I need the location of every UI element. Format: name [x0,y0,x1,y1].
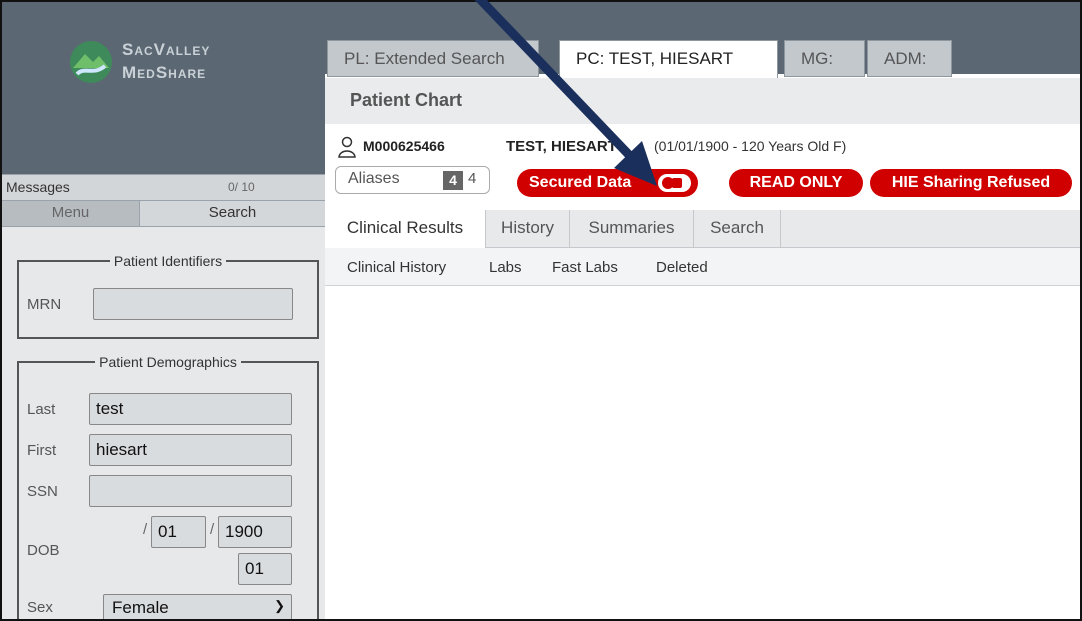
tab-adm[interactable]: ADM: [867,40,952,77]
first-name-label: First [27,442,57,459]
ssn-label: SSN [27,483,58,500]
last-name-label: Last [27,401,56,418]
link-fast-labs[interactable]: Fast Labs [552,259,618,276]
link-labs[interactable]: Labs [489,259,522,276]
tab-search[interactable]: Search [140,201,325,226]
chevron-down-icon: ❯ [274,598,285,613]
messages-bar[interactable]: Messages 0/ 10 [2,174,325,201]
content-area [325,286,1080,619]
link-deleted[interactable]: Deleted [656,259,708,276]
app-window: SacValley MedShare Messages 0/ 10 Menu S… [0,0,1082,621]
sidebar-tabs: Menu Search [2,201,325,227]
logo-icon [70,41,112,83]
tab-search-chart[interactable]: Search [694,210,781,247]
tab-mg[interactable]: MG: [784,40,865,77]
logo-text: SacValley MedShare [122,38,210,84]
dob-label: DOB [27,542,60,559]
ssn-field[interactable] [89,475,292,507]
patient-name: TEST, HIESART [506,138,617,155]
aliases-count-badge: 4 [443,171,463,190]
patient-mrn: M000625466 [363,138,445,154]
logo-line1: SacValley [122,40,211,59]
sidebar: SacValley MedShare Messages 0/ 10 Menu S… [2,2,325,619]
read-only-badge: READ ONLY [729,169,863,197]
patient-banner: M000625466 TEST, HIESART (01/01/1900 - 1… [325,124,1080,210]
mrn-field[interactable] [93,288,293,320]
hie-sharing-refused-badge: HIE Sharing Refused [870,169,1072,197]
link-clinical-history[interactable]: Clinical History [347,259,446,276]
messages-count: 0/ 10 [228,180,255,194]
toggle-bar [672,178,682,188]
unlock-toggle-icon[interactable] [658,174,691,192]
sex-label: Sex [27,599,53,616]
logo-area: SacValley MedShare [2,2,325,174]
sex-select-value: Female [112,598,169,617]
secured-data-label: Secured Data [529,174,632,191]
chart-sub-tabs: Clinical Results History Summaries Searc… [325,210,1080,248]
tab-history[interactable]: History [486,210,570,247]
first-name-field[interactable] [89,434,292,466]
secured-data-badge[interactable]: Secured Data [517,169,698,197]
chart-header: Patient Chart [325,78,1080,124]
messages-label: Messages [6,179,70,195]
tab-menu[interactable]: Menu [2,201,140,226]
dob-slash-2: / [210,521,215,538]
page-title: Patient Chart [350,90,463,110]
dob-day-field[interactable] [151,516,206,548]
dob-month-field[interactable] [238,553,292,585]
tab-extended-search[interactable]: PL: Extended Search [327,40,539,77]
dob-slash-1: / [143,521,148,538]
sex-select[interactable]: Female ❯ [103,594,292,619]
clinical-results-links: Clinical History Labs Fast Labs Deleted [325,248,1080,286]
aliases-button[interactable]: Aliases 4 4 [335,166,490,194]
tab-clinical-results[interactable]: Clinical Results [325,210,486,248]
patient-identifiers-legend: Patient Identifiers [113,253,223,269]
tab-summaries[interactable]: Summaries [570,210,694,247]
patient-demographics-legend: Patient Demographics [99,354,237,370]
search-panel: Patient Identifiers MRN Patient Demograp… [2,227,325,619]
patient-dob-age: (01/01/1900 - 120 Years Old F) [654,138,847,154]
last-name-field[interactable] [89,393,292,425]
logo-line2: MedShare [122,63,207,82]
aliases-count: 4 [468,170,477,187]
mrn-label: MRN [27,296,62,313]
tab-patient-chart[interactable]: PC: TEST, HIESART [559,40,778,78]
dob-year-field[interactable] [218,516,292,548]
aliases-label: Aliases [348,170,400,187]
person-icon [338,136,356,158]
